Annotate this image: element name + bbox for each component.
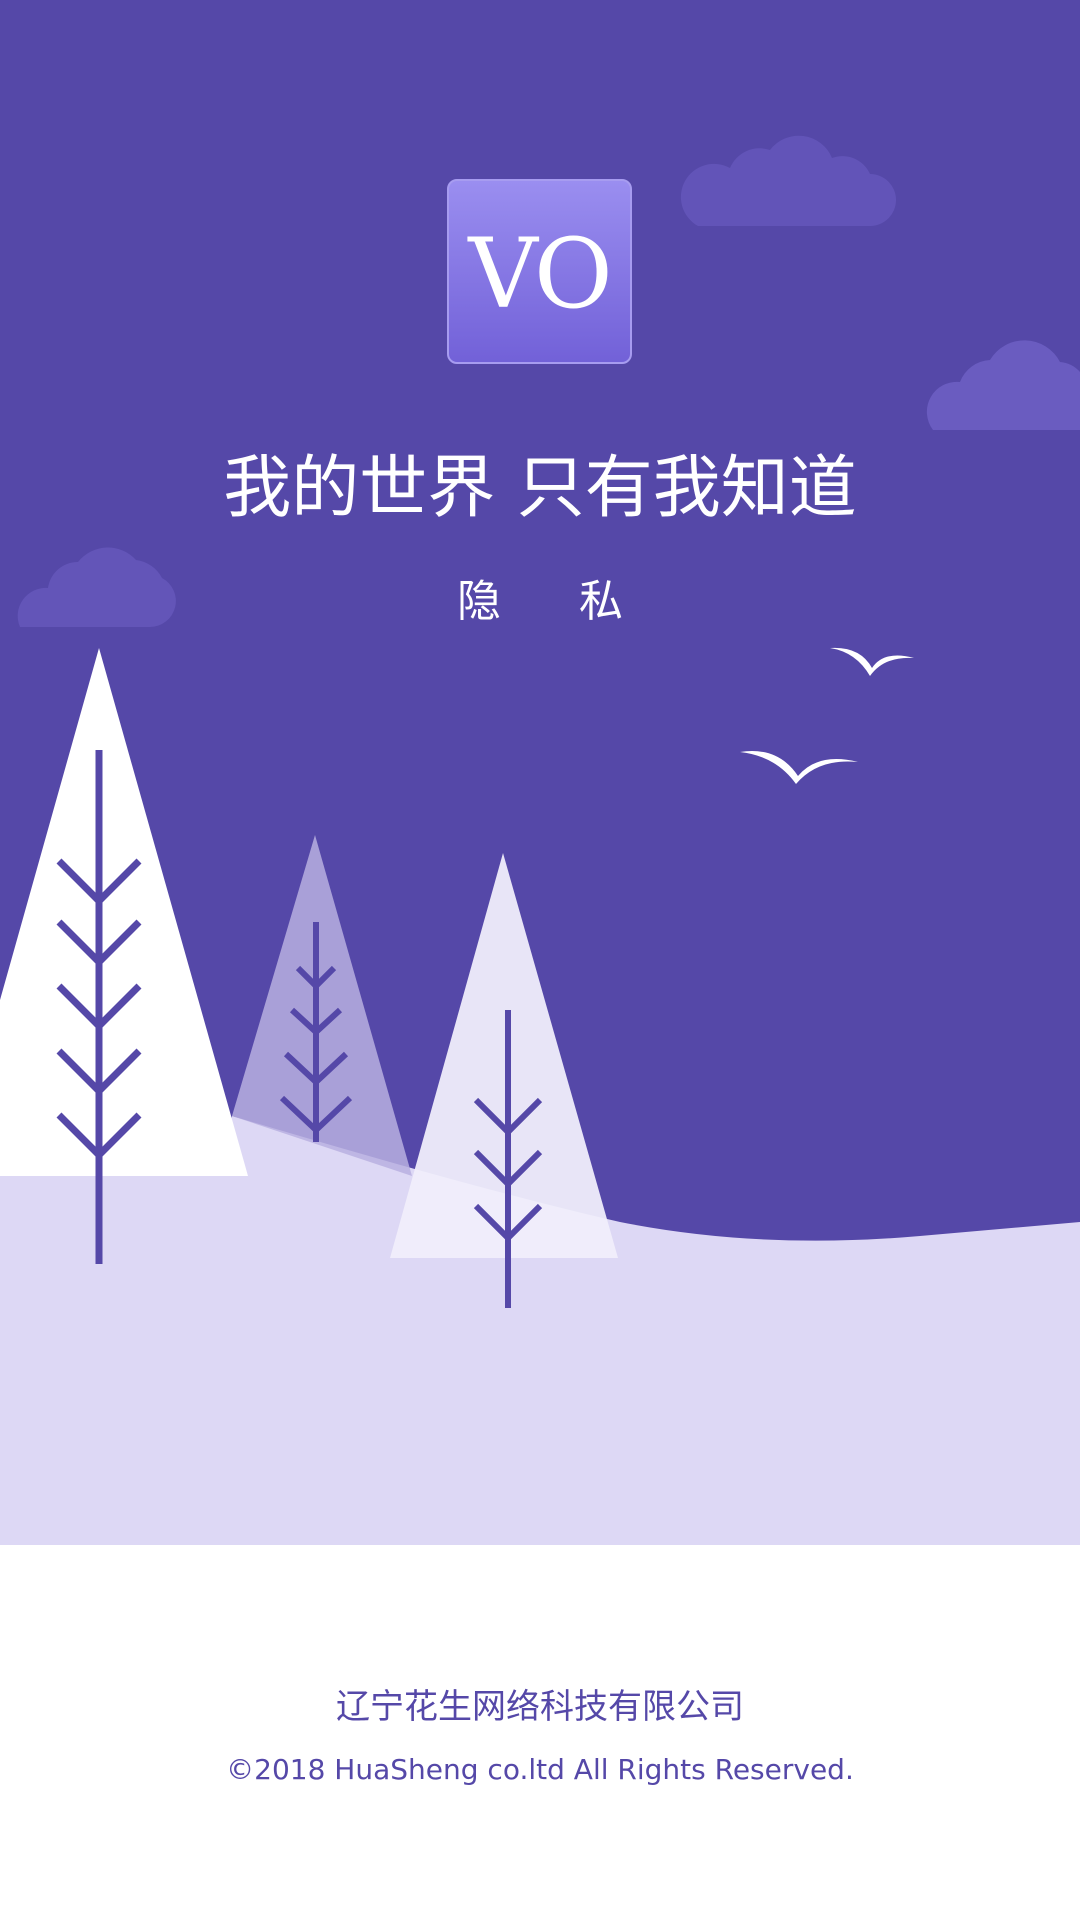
app-logo-text: VO xyxy=(468,217,612,330)
privacy-link[interactable]: 隐 私 xyxy=(0,574,1080,630)
splash-screen: VO 我的世界 只有我知道 隐 私 辽宁花生网络科技有限公司 ©2018 Hua… xyxy=(0,0,1080,1920)
company-name: 辽宁花生网络科技有限公司 xyxy=(336,1687,744,1727)
app-logo: VO xyxy=(447,179,632,364)
slogan-text: 我的世界 只有我知道 xyxy=(223,449,857,528)
copyright-text: ©2018 HuaSheng co.ltd All Rights Reserve… xyxy=(226,1753,854,1786)
